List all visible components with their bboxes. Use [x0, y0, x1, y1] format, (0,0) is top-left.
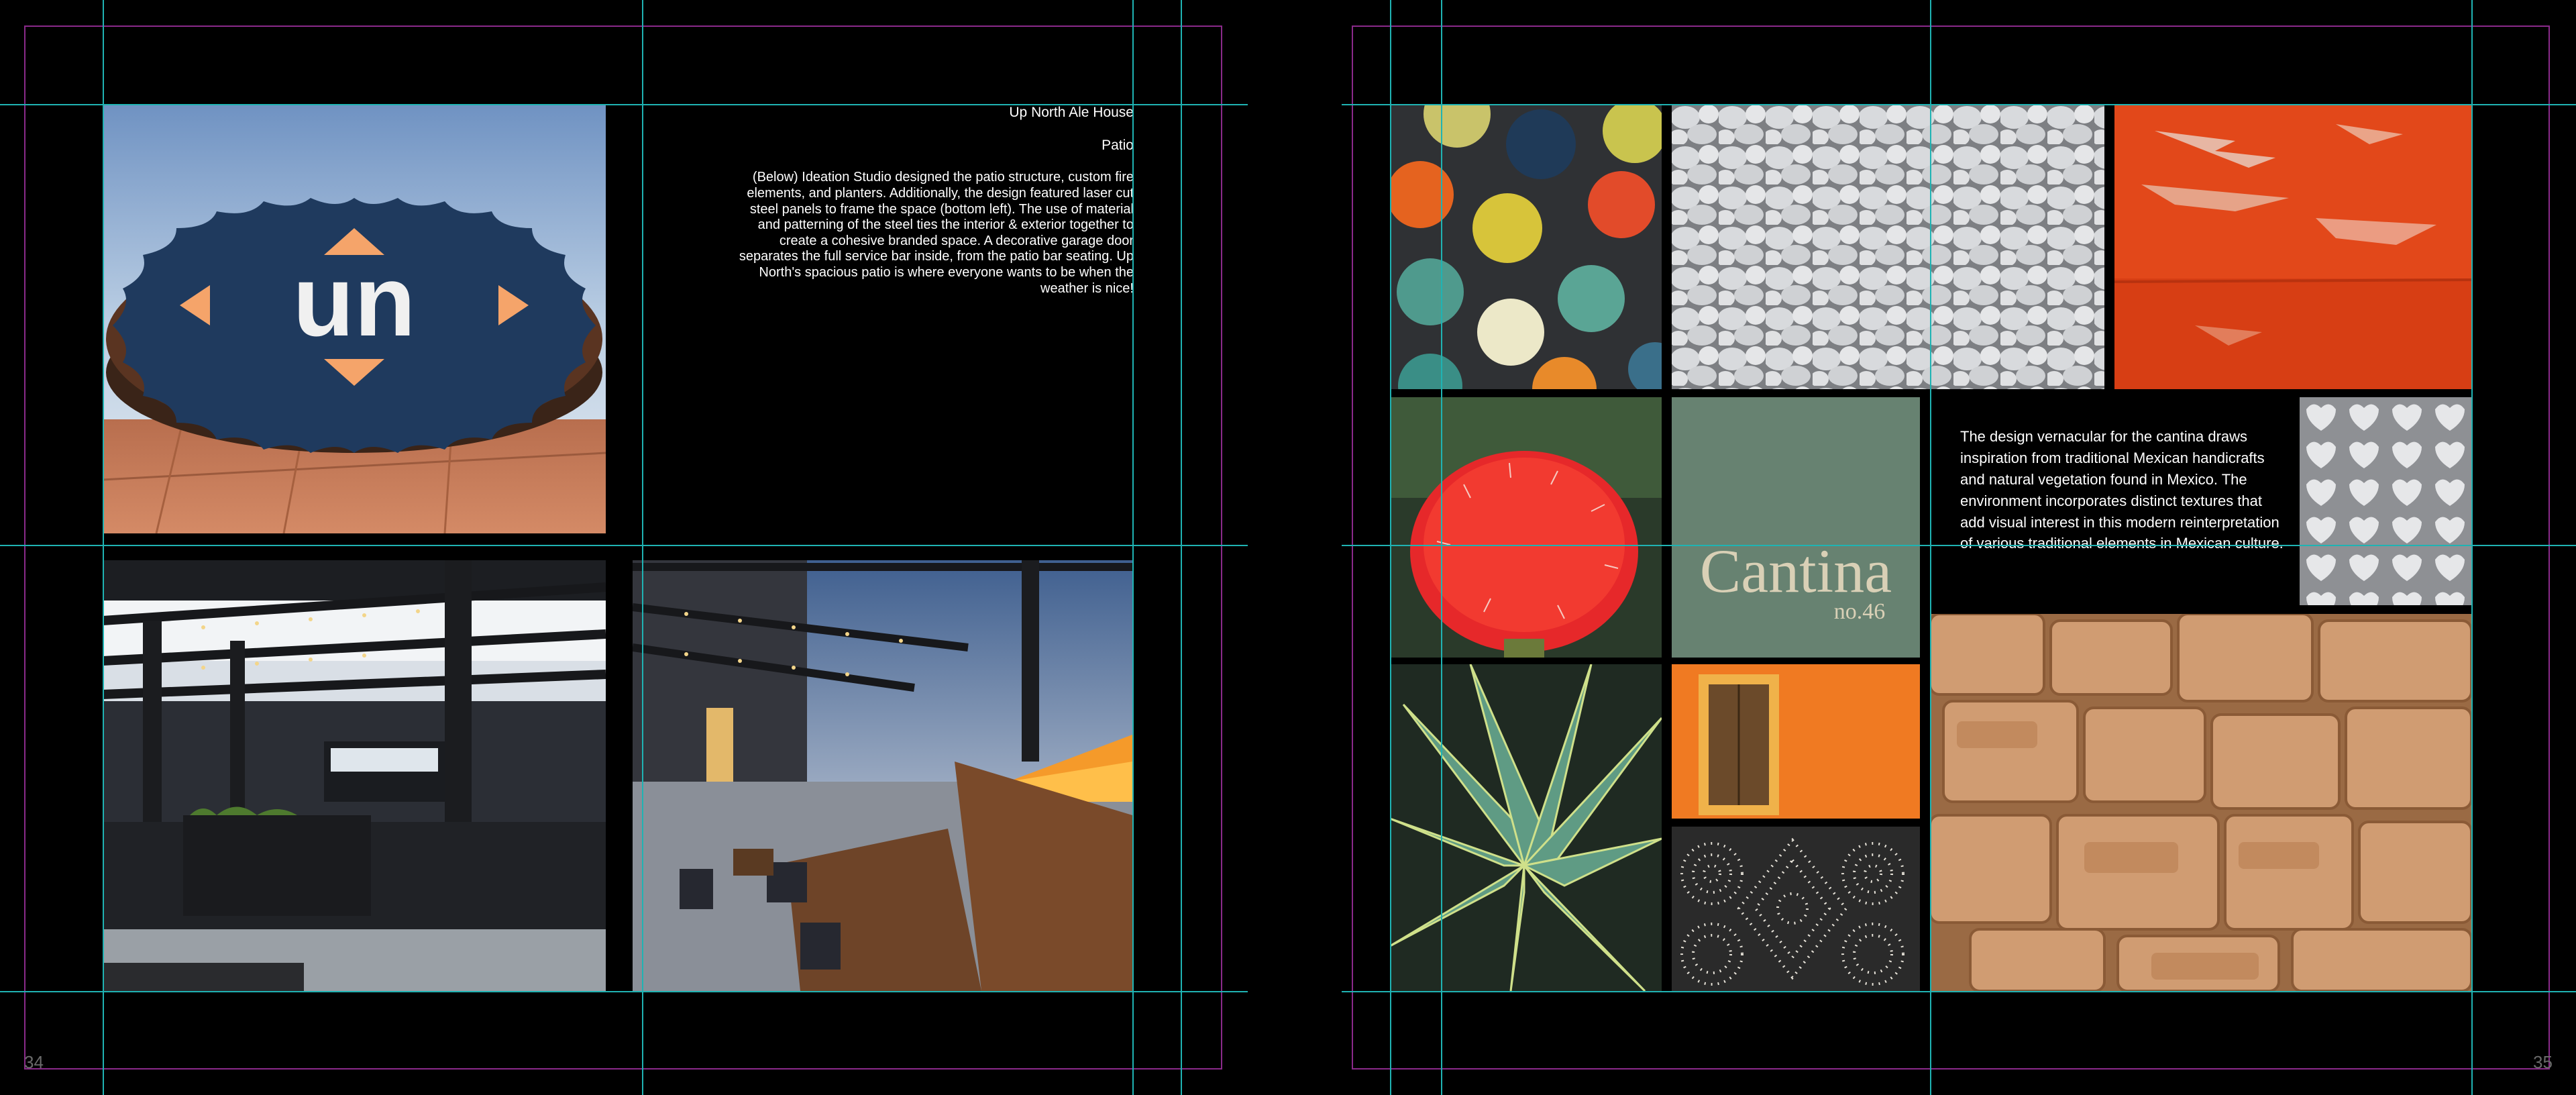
cactus-illustration: [1390, 397, 1662, 658]
row-guide: [1342, 991, 2576, 992]
logo-sign-illustration: un: [103, 104, 606, 533]
white-texture-photo[interactable]: [1672, 104, 2104, 389]
left-caption: Up North Ale House Patio (Below) Ideatio…: [737, 104, 1134, 297]
red-wall-illustration: [2114, 104, 2471, 389]
row-guide: [0, 545, 1248, 546]
leather-bags-photo[interactable]: [1930, 614, 2471, 991]
section-title: Patio: [1102, 138, 1134, 154]
ceramic-tiles-illustration: [1390, 104, 1662, 389]
cantina-sign-photo[interactable]: Cantina no.46: [1672, 397, 1920, 658]
dotted-textile-photo[interactable]: [1672, 827, 1920, 991]
column-guide: [1930, 0, 1931, 1095]
left-body-text: (Below) Ideation Studio designed the pat…: [739, 170, 1134, 296]
project-title: Up North Ale House: [1009, 105, 1134, 120]
row-guide: [0, 991, 1248, 992]
right-caption: The design vernacular for the cantina dr…: [1960, 428, 2284, 552]
cactus-photo[interactable]: [1390, 397, 1662, 658]
white-ceramic-illustration: [2300, 397, 2471, 605]
orange-door-photo[interactable]: [1672, 664, 1920, 819]
dotted-textile-illustration: [1672, 827, 1920, 991]
column-guide: [1441, 0, 1442, 1095]
cantina-sign-word: Cantina: [1700, 537, 1892, 605]
patio-photo-exterior[interactable]: [103, 560, 606, 991]
white-texture-illustration: [1672, 104, 2104, 389]
leather-bags-illustration: [1930, 614, 2471, 991]
ceramic-tiles-photo[interactable]: [1390, 104, 1662, 389]
column-guide: [2471, 0, 2473, 1095]
white-ceramic-photo[interactable]: [2300, 397, 2471, 605]
column-guide: [1132, 0, 1134, 1095]
column-guide: [642, 0, 643, 1095]
logo-text: un: [292, 244, 415, 357]
row-guide: [1342, 545, 2576, 546]
patio-photo-seating[interactable]: [633, 560, 1132, 991]
page-number-right: 35: [2533, 1052, 2553, 1072]
agave-photo[interactable]: [1390, 664, 1662, 991]
logo-sign-photo[interactable]: un: [103, 104, 606, 533]
row-guide: [1342, 104, 2576, 105]
orange-door-illustration: [1672, 664, 1920, 819]
red-wall-photo[interactable]: [2114, 104, 2471, 389]
page-number-left: 34: [24, 1052, 44, 1072]
column-guide: [1390, 0, 1391, 1095]
cantina-sign-illustration: Cantina no.46: [1672, 397, 1920, 658]
agave-illustration: [1390, 664, 1662, 991]
column-guide: [103, 0, 104, 1095]
patio-seating-illustration: [633, 560, 1132, 991]
column-guide: [1181, 0, 1182, 1095]
row-guide: [0, 104, 1248, 105]
cantina-sign-number: no.46: [1834, 599, 1886, 624]
patio-exterior-illustration: [103, 560, 606, 991]
